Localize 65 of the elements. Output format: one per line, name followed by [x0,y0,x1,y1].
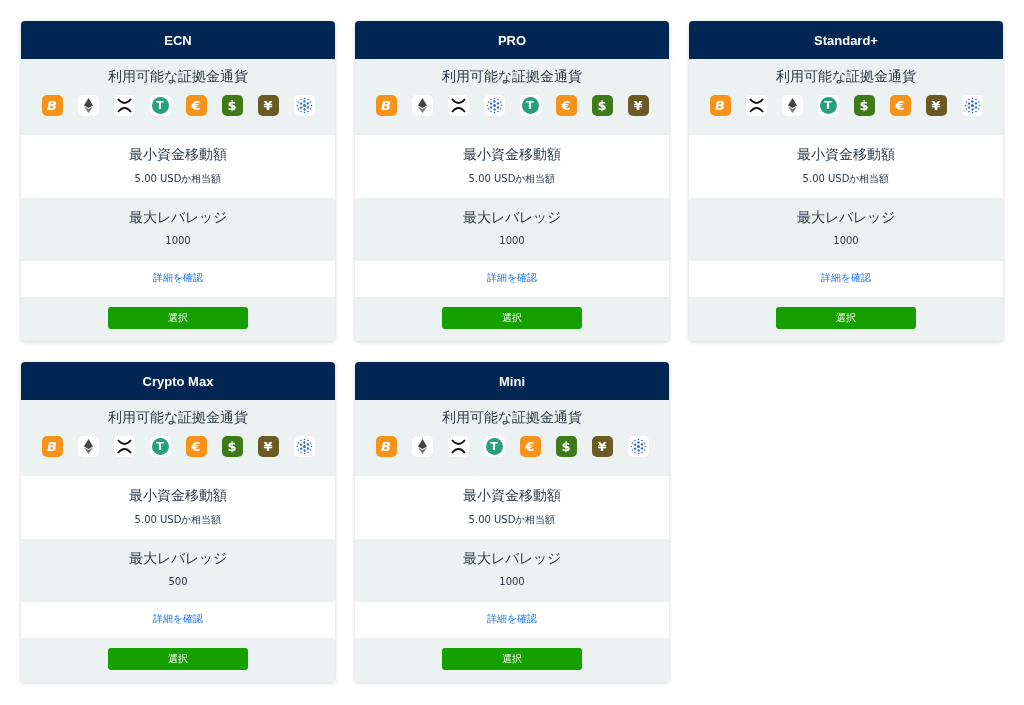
card-title: PRO [355,21,669,59]
min-deposit-value: 5.00 USDか相当額 [802,172,890,186]
select-button[interactable]: 選択 [776,307,916,329]
tether-icon: T [817,95,839,116]
details-link[interactable]: 詳細を確認 [487,612,537,626]
yen-icon: ¥ [627,95,649,116]
leverage-value: 1000 [833,235,859,246]
section-label: 最大レバレッジ [463,209,561,227]
details-link[interactable]: 詳細を確認 [821,271,871,285]
yen-icon: ¥ [257,436,279,457]
card-title: Mini [355,362,669,400]
select-button[interactable]: 選択 [108,307,248,329]
yen-icon: ¥ [257,95,279,116]
section-label: 最大レバレッジ [463,550,561,568]
select-button[interactable]: 選択 [442,307,582,329]
bitcoin-icon: B [709,95,731,116]
tether-icon: T [149,436,171,457]
euro-icon: € [519,436,541,457]
section-label: 利用可能な証拠金通貨 [442,68,582,86]
dollar-icon: $ [555,436,577,457]
section-label: 最大レバレッジ [797,209,895,227]
euro-icon: € [889,95,911,116]
section-label: 利用可能な証拠金通貨 [776,68,916,86]
details-link[interactable]: 詳細を確認 [487,271,537,285]
leverage-value: 1000 [499,576,525,587]
bitcoin-icon: B [375,436,397,457]
bitcoin-icon: B [41,436,63,457]
card-title: Standard+ [689,21,1003,59]
section-label: 最小資金移動額 [129,146,227,164]
leverage-value: 1000 [165,235,191,246]
tether-icon: T [519,95,541,116]
tether-icon: T [149,95,171,116]
details-link[interactable]: 詳細を確認 [153,612,203,626]
min-deposit-value: 5.00 USDか相当額 [134,513,222,527]
dollar-icon: $ [853,95,875,116]
bitcoin-icon: B [41,95,63,116]
yen-icon: ¥ [925,95,947,116]
section-label: 最小資金移動額 [129,487,227,505]
min-deposit-value: 5.00 USDか相当額 [468,172,556,186]
min-deposit-value: 5.00 USDか相当額 [134,172,222,186]
details-link[interactable]: 詳細を確認 [153,271,203,285]
leverage-value: 500 [168,576,188,587]
card-title: Crypto Max [21,362,335,400]
min-deposit-value: 5.00 USDか相当額 [468,513,556,527]
leverage-value: 1000 [499,235,525,246]
section-label: 利用可能な証拠金通貨 [108,409,248,427]
section-label: 最小資金移動額 [463,487,561,505]
section-label: 利用可能な証拠金通貨 [108,68,248,86]
section-label: 最大レバレッジ [129,209,227,227]
card-title: ECN [21,21,335,59]
tether-icon: T [483,436,505,457]
section-label: 利用可能な証拠金通貨 [442,409,582,427]
yen-icon: ¥ [591,436,613,457]
dollar-icon: $ [591,95,613,116]
section-label: 最小資金移動額 [797,146,895,164]
bitcoin-icon: B [375,95,397,116]
select-button[interactable]: 選択 [108,648,248,670]
dollar-icon: $ [221,436,243,457]
section-label: 最小資金移動額 [463,146,561,164]
section-label: 最大レバレッジ [129,550,227,568]
euro-icon: € [185,436,207,457]
select-button[interactable]: 選択 [442,648,582,670]
euro-icon: € [185,95,207,116]
dollar-icon: $ [221,95,243,116]
euro-icon: € [555,95,577,116]
